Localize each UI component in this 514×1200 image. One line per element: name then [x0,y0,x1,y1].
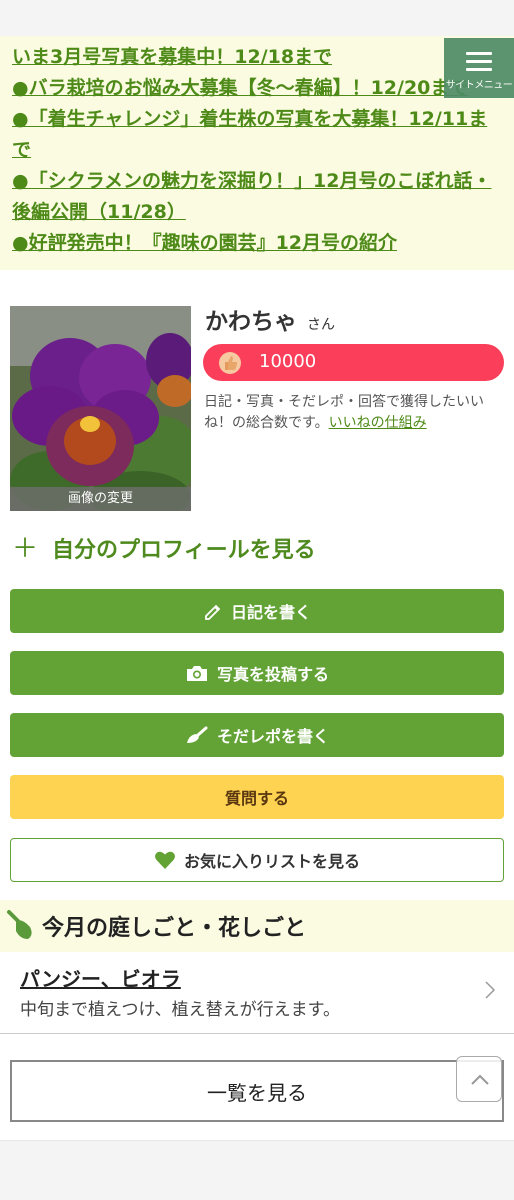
notice-panel: いま3月号写真を募集中！12/18まで ●バラ栽培のお悩み大募集【冬～春編】！1… [0,36,514,270]
like-mechanism-link[interactable]: いいねの仕組み [329,415,427,431]
top-spacer [0,0,514,36]
chevron-up-icon [471,1074,489,1085]
post-photo-label: 写真を投稿する [216,665,329,684]
view-list-button[interactable]: 一覧を見る [10,1060,504,1122]
garden-trowel-icon [7,910,32,939]
thumbs-up-icon [219,352,241,374]
site-menu-label: サイトメニュー [445,80,513,91]
user-name-text: かわちゃ [205,309,297,335]
like-description: 日記・写真・そだレポ・回答で獲得したいいね！の総合数です。いいねの仕組み [204,392,509,434]
task-row[interactable]: パンジー、ビオラ 中旬まで植えつけ、植え替えが行えます。 [0,952,514,1034]
profile-photo[interactable]: 画像の変更 [10,306,191,511]
write-report-button[interactable]: そだレポを書く [10,713,504,757]
notice-link-1[interactable]: いま3月号写真を募集中！12/18まで [12,42,502,73]
task-title: パンジー、ビオラ [20,967,181,991]
write-report-label: そだレポを書く [216,727,329,746]
photo-change-label[interactable]: 画像の変更 [10,487,191,511]
favorites-button[interactable]: お気に入りリストを見る [10,838,504,882]
favorites-label: お気に入りリストを見る [183,852,360,871]
plus-icon: ＋ [12,534,39,564]
ask-question-button[interactable]: 質問する [10,775,504,819]
notice-link-5[interactable]: ●好評発売中！『趣味の園芸』12月号の紹介 [12,228,502,259]
view-list-label: 一覧を見る [207,1080,307,1105]
pansy-photo [10,306,191,511]
view-profile-link[interactable]: ＋ 自分のプロフィールを見る [12,528,316,565]
view-profile-label: 自分のプロフィールを見る [52,538,316,563]
camera-icon [186,666,207,681]
hamburger-icon [466,52,492,71]
user-name: かわちゃ さん [205,302,335,336]
post-photo-button[interactable]: 写真を投稿する [10,651,504,695]
user-name-suffix: さん [307,317,335,333]
garden-section-title: 今月の庭しごと・花しごと [42,916,307,941]
bottom-spacer [0,1140,514,1200]
notice-link-2[interactable]: ●バラ栽培のお悩み大募集【冬～春編】！12/20まで [12,73,502,104]
main-content: 画像の変更 かわちゃ さん 10000 日記・写真・そだレポ・回答で獲得したいいね… [0,270,514,1140]
ask-question-label: 質問する [224,789,289,808]
task-description: 中旬まで植えつけ、植え替えが行えます。 [20,1000,340,1020]
garden-section-header: 今月の庭しごと・花しごと [0,900,514,952]
trowel-icon [186,726,208,743]
chevron-right-icon [485,981,496,999]
notice-link-3[interactable]: ●「着生チャレンジ」着生株の写真を大募集！12/11まで [12,104,502,166]
write-diary-button[interactable]: 日記を書く [10,589,504,633]
heart-icon [154,851,175,869]
like-count: 10000 [259,351,317,372]
notice-link-4[interactable]: ●「シクラメンの魅力を深掘り！」12月号のこぼれ話・後編公開（11/28） [12,166,502,228]
write-diary-label: 日記を書く [230,603,311,622]
back-to-top-button[interactable] [456,1056,502,1102]
like-count-bar: 10000 [203,344,504,381]
pencil-icon [205,604,221,620]
site-menu-button[interactable]: サイトメニュー [444,38,514,98]
